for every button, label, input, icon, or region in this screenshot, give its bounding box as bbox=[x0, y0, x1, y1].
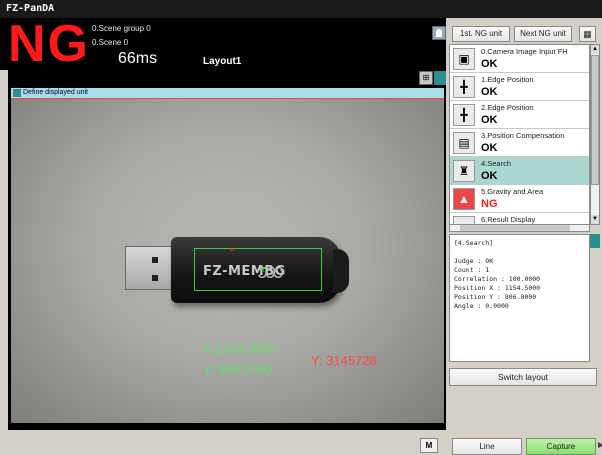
first-ng-unit-button[interactable]: 1st. NG unit bbox=[452, 26, 510, 42]
capture-button[interactable]: Capture bbox=[526, 438, 596, 455]
detail-line: Correlation : 100.0000 bbox=[454, 275, 541, 283]
scrollbar-thumb[interactable] bbox=[591, 55, 599, 185]
detail-line: Count : 1 bbox=[454, 266, 490, 274]
scene-group-label: 0.Scene group 0 bbox=[92, 24, 151, 33]
switch-layout-button[interactable]: Switch layout bbox=[449, 368, 597, 386]
unit-result: OK bbox=[481, 142, 498, 154]
unit-bar-square-icon bbox=[13, 89, 21, 97]
unit-icon: ╋ bbox=[453, 76, 475, 98]
measure-x: X:1154.5000 bbox=[203, 341, 276, 356]
detail-line bbox=[454, 248, 585, 257]
unit-item[interactable]: ╋ 2.Edge Position OK bbox=[450, 101, 589, 129]
scene-label: 0.Scene 0 bbox=[92, 38, 129, 47]
unit-label: 1.Edge Position bbox=[481, 75, 534, 84]
detail-result-panel: [4.Search] Judge : OK Count : 1 Correlatio… bbox=[449, 234, 590, 362]
layout-name: Layout1 bbox=[203, 56, 242, 67]
define-displayed-unit-bar[interactable]: Define displayed unit bbox=[11, 88, 444, 98]
detail-line: [4.Search] bbox=[454, 239, 494, 247]
search-region-box bbox=[194, 248, 322, 291]
unit-result: OK bbox=[481, 114, 498, 126]
bottom-bar bbox=[0, 430, 446, 455]
measure-y-value: Y: 3145728 bbox=[311, 353, 377, 368]
unit-item[interactable]: ╋ 1.Edge Position OK bbox=[450, 73, 589, 101]
panel-toggle-icon[interactable] bbox=[434, 71, 446, 85]
unit-label: 2.Edge Position bbox=[481, 103, 534, 112]
detail-toggle-icon[interactable] bbox=[590, 234, 600, 248]
unit-icon: ♜ bbox=[453, 160, 475, 182]
unit-item[interactable]: ▲ 5.Gravity and Area NG bbox=[450, 185, 589, 213]
detail-line: Position X : 1154.5000 bbox=[454, 284, 541, 292]
unit-list-hscrollbar[interactable] bbox=[449, 224, 590, 232]
unit-item[interactable]: ▤ 3.Position Compensation OK bbox=[450, 129, 589, 157]
scroll-right-icon[interactable]: ► bbox=[596, 440, 602, 451]
unit-result: NG bbox=[481, 198, 498, 210]
next-ng-unit-button[interactable]: Next NG unit bbox=[514, 26, 572, 42]
unit-item[interactable]: ▣ 0.Camera Image Input FH OK bbox=[450, 45, 589, 73]
measure-y: Y: 806.0000 bbox=[203, 362, 273, 377]
unit-label: 5.Gravity and Area bbox=[481, 187, 544, 196]
line-button[interactable]: Line bbox=[452, 438, 522, 455]
unit-label: 4.Search bbox=[481, 159, 512, 168]
unit-label: 0.Camera Image Input FH bbox=[481, 47, 568, 56]
unit-icon: ▲ bbox=[453, 188, 475, 210]
unit-icon: ▣ bbox=[453, 48, 475, 70]
define-displayed-unit-label: Define displayed unit bbox=[23, 89, 88, 96]
processing-time: 66ms bbox=[118, 50, 158, 67]
usb-cap bbox=[333, 249, 349, 293]
calendar-icon[interactable]: ▦ bbox=[579, 26, 596, 42]
unit-list-scrollbar[interactable]: ▲ ▼ bbox=[590, 44, 600, 225]
unit-icon: ▤ bbox=[453, 132, 475, 154]
usb-connector bbox=[125, 246, 177, 290]
hscrollbar-thumb[interactable] bbox=[460, 225, 570, 231]
detail-line: Angle : 0.0000 bbox=[454, 302, 509, 310]
unit-item[interactable]: ♜ 4.Search OK bbox=[450, 157, 589, 185]
camera-image[interactable]: FZ-MEMBG ↄↄↄ + ✕ X:1154.5000 Y: 806.0000… bbox=[11, 99, 444, 423]
position-cross-icon: + bbox=[229, 245, 235, 256]
usb-hole bbox=[152, 275, 158, 281]
detail-line: Judge : OK bbox=[454, 257, 494, 265]
image-toolbar bbox=[8, 70, 446, 88]
unit-result: OK bbox=[481, 86, 498, 98]
scroll-down-icon[interactable]: ▼ bbox=[591, 215, 599, 224]
unit-result: OK bbox=[481, 170, 498, 182]
unit-result: OK bbox=[481, 58, 498, 70]
center-marker-icon: ✕ bbox=[259, 266, 266, 275]
unit-label: 6.Result Display bbox=[481, 215, 536, 224]
usb-hole bbox=[152, 257, 158, 263]
window-title: FZ-PanDA bbox=[0, 0, 602, 18]
image-tool-icon[interactable]: ⊞ bbox=[419, 71, 433, 85]
unit-icon: ╋ bbox=[453, 104, 475, 126]
m-button[interactable]: M bbox=[420, 438, 438, 453]
unit-label: 3.Position Compensation bbox=[481, 131, 565, 140]
detail-line: Position Y : 806.0000 bbox=[454, 293, 537, 301]
user-icon[interactable] bbox=[432, 26, 446, 40]
unit-list: ▣ 0.Camera Image Input FH OK ╋ 1.Edge Positi… bbox=[449, 44, 590, 225]
scroll-up-icon[interactable]: ▲ bbox=[591, 45, 599, 54]
overall-judgement: NG bbox=[8, 15, 90, 73]
